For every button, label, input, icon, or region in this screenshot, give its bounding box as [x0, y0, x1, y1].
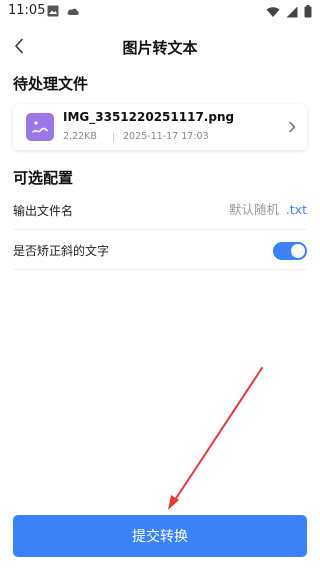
file-date: 2025-11-17 17:03 [123, 131, 209, 142]
signal-icon [286, 6, 298, 17]
status-system-icons [266, 5, 312, 18]
chevron-right-icon [289, 121, 296, 133]
status-time: 11:05 [8, 3, 46, 18]
file-card[interactable]: IMG_3351220251117.png 2.22KB 2025-11-17 … [13, 104, 307, 150]
file-name: IMG_3351220251117.png [63, 110, 235, 124]
deskew-label: 是否矫正斜的文字 [13, 244, 110, 258]
output-filename-row: 输出文件名 .txt [13, 192, 307, 230]
status-notification-icons [47, 5, 80, 17]
file-meta-divider [113, 133, 114, 142]
file-size: 2.22KB [63, 131, 97, 142]
output-filename-label: 输出文件名 [13, 204, 74, 218]
cloud-icon [67, 8, 79, 15]
status-bar: 11:05 [0, 0, 320, 24]
toggle-knob [291, 244, 305, 258]
options-section-title: 可选配置 [13, 169, 74, 187]
output-filename-input[interactable] [189, 198, 279, 220]
wifi-icon [266, 6, 280, 17]
deskew-toggle[interactable] [273, 242, 307, 260]
file-extension-label: .txt [285, 202, 307, 217]
app-bar: 图片转文本 [0, 30, 320, 64]
battery-icon [304, 5, 312, 18]
image-icon [47, 5, 59, 17]
page-title: 图片转文本 [122, 39, 198, 57]
image-file-icon [26, 113, 54, 141]
deskew-row: 是否矫正斜的文字 [13, 232, 307, 270]
pending-section-title: 待处理文件 [13, 75, 89, 93]
submit-convert-button[interactable]: 提交转换 [13, 515, 307, 557]
